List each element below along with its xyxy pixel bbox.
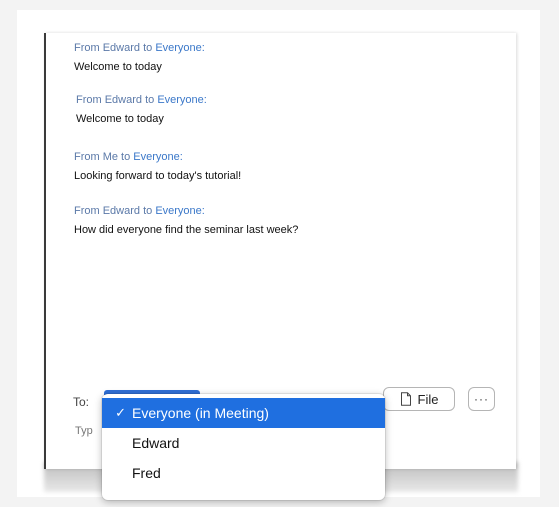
chat-message: From Me to Everyone: Looking forward to … bbox=[74, 150, 241, 184]
chat-message: From Edward to Everyone: How did everyon… bbox=[74, 204, 298, 238]
message-recipient: Everyone: bbox=[155, 205, 205, 217]
message-input[interactable]: Typ bbox=[75, 425, 93, 437]
recipient-option-fred[interactable]: Fred bbox=[102, 458, 385, 488]
message-header: From Edward to Everyone: bbox=[74, 205, 205, 217]
message-header: From Edward to Everyone: bbox=[74, 42, 205, 54]
recipient-dropdown-menu: ✓ Everyone (in Meeting) Edward Fred bbox=[102, 394, 385, 500]
more-options-button[interactable]: ··· bbox=[468, 387, 495, 411]
chat-message: From Edward to Everyone: Welcome to toda… bbox=[74, 41, 205, 75]
recipient-option-label: Everyone (in Meeting) bbox=[132, 405, 269, 421]
file-button[interactable]: File bbox=[383, 387, 455, 411]
message-text: Looking forward to today's tutorial! bbox=[74, 170, 242, 182]
message-text: Welcome to today bbox=[76, 113, 164, 125]
message-header: From Me to Everyone: bbox=[74, 151, 183, 163]
recipient-option-edward[interactable]: Edward bbox=[102, 428, 385, 458]
chat-message: From Edward to Everyone: Welcome to toda… bbox=[76, 93, 207, 127]
recipient-option-label: Fred bbox=[132, 465, 161, 481]
message-header: From Edward to Everyone: bbox=[76, 94, 207, 106]
message-recipient: Everyone: bbox=[155, 42, 205, 54]
file-icon bbox=[400, 392, 411, 406]
file-button-label: File bbox=[417, 391, 439, 407]
checkmark-icon: ✓ bbox=[115, 405, 126, 420]
recipient-option-label: Edward bbox=[132, 435, 180, 451]
message-text: Welcome to today bbox=[74, 61, 162, 73]
ellipsis-icon: ··· bbox=[474, 392, 489, 406]
message-recipient: Everyone: bbox=[133, 151, 183, 163]
to-label: To: bbox=[73, 395, 90, 409]
recipient-option-everyone[interactable]: ✓ Everyone (in Meeting) bbox=[102, 398, 385, 428]
message-recipient: Everyone: bbox=[157, 94, 207, 106]
message-text: How did everyone find the seminar last w… bbox=[74, 224, 299, 236]
